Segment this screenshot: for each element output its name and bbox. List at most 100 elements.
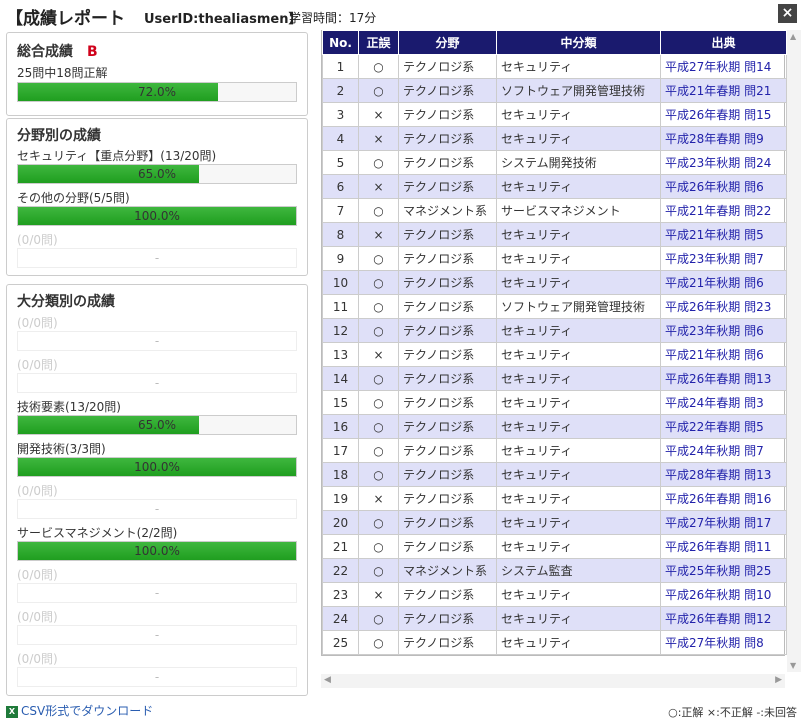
row-no: 25: [322, 630, 359, 655]
table-header-row: No. 正誤 分野 中分類 出典: [322, 30, 787, 55]
table-row: 25 ○ テクノロジ系 セキュリティ 平成27年秋期 問8: [322, 630, 787, 655]
field-bar-2-text: 100.0%: [134, 209, 180, 223]
row-field: テクノロジ系: [398, 270, 497, 295]
row-source[interactable]: 平成26年春期 問15: [660, 102, 787, 127]
row-field: テクノロジ系: [398, 486, 497, 511]
row-no: 2: [322, 78, 359, 103]
row-subcategory: セキュリティ: [496, 102, 661, 127]
row-source[interactable]: 平成24年秋期 問7: [660, 438, 787, 463]
row-result: ○: [358, 78, 399, 103]
row-subcategory: セキュリティ: [496, 582, 661, 607]
row-source[interactable]: 平成21年秋期 問6: [660, 342, 787, 367]
field-bar-3: -: [17, 248, 297, 268]
row-no: 14: [322, 366, 359, 391]
row-subcategory: ソフトウェア開発管理技術: [496, 294, 661, 319]
row-source[interactable]: 平成26年秋期 問23: [660, 294, 787, 319]
row-source[interactable]: 平成27年秋期 問14: [660, 54, 787, 79]
row-no: 19: [322, 486, 359, 511]
row-subcategory: セキュリティ: [496, 318, 661, 343]
row-source[interactable]: 平成26年春期 問11: [660, 534, 787, 559]
row-no: 12: [322, 318, 359, 343]
row-source[interactable]: 平成26年秋期 問10: [660, 582, 787, 607]
scroll-right-icon[interactable]: ▶: [775, 675, 782, 685]
row-source[interactable]: 平成26年春期 問16: [660, 486, 787, 511]
row-field: テクノロジ系: [398, 582, 497, 607]
row-field: テクノロジ系: [398, 510, 497, 535]
category-label-6: サービスマネジメント(2/2問): [17, 526, 178, 540]
close-button[interactable]: ×: [778, 4, 797, 23]
scroll-up-icon[interactable]: ▲: [790, 32, 796, 41]
row-no: 24: [322, 606, 359, 631]
vertical-scrollbar[interactable]: ▲ ▼: [787, 30, 801, 672]
row-result: ○: [358, 366, 399, 391]
row-source[interactable]: 平成26年春期 問12: [660, 606, 787, 631]
row-source[interactable]: 平成27年秋期 問17: [660, 510, 787, 535]
row-field: テクノロジ系: [398, 390, 497, 415]
table-row: 11 ○ テクノロジ系 ソフトウェア開発管理技術 平成26年秋期 問23: [322, 294, 787, 319]
scroll-down-icon[interactable]: ▼: [790, 661, 796, 670]
table-row: 14 ○ テクノロジ系 セキュリティ 平成26年春期 問13: [322, 366, 787, 391]
row-field: テクノロジ系: [398, 630, 497, 655]
field-panel: 分野別の成績 セキュリティ【重点分野】(13/20問) 65.0% その他の分野…: [6, 118, 308, 276]
row-no: 10: [322, 270, 359, 295]
table-row: 6 × テクノロジ系 セキュリティ 平成26年秋期 問6: [322, 174, 787, 199]
row-no: 22: [322, 558, 359, 583]
row-source[interactable]: 平成23年秋期 問24: [660, 150, 787, 175]
row-source[interactable]: 平成27年秋期 問8: [660, 630, 787, 655]
csv-download-link[interactable]: X CSV形式でダウンロード: [6, 702, 153, 719]
row-result: ×: [358, 174, 399, 199]
scroll-left-icon[interactable]: ◀: [324, 675, 331, 685]
overall-title-text: 総合成績: [17, 44, 73, 60]
row-field: テクノロジ系: [398, 342, 497, 367]
row-source[interactable]: 平成24年春期 問3: [660, 390, 787, 415]
row-source[interactable]: 平成28年春期 問9: [660, 126, 787, 151]
overall-summary: 25問中18問正解: [17, 66, 108, 80]
table-row: 18 ○ テクノロジ系 セキュリティ 平成28年春期 問13: [322, 462, 787, 487]
field-bar-2: 100.0%: [17, 206, 297, 226]
field-label-3: (0/0問): [17, 233, 58, 247]
row-no: 7: [322, 198, 359, 223]
row-source[interactable]: 平成21年春期 問21: [660, 78, 787, 103]
row-source[interactable]: 平成23年秋期 問6: [660, 318, 787, 343]
row-no: 16: [322, 414, 359, 439]
row-subcategory: セキュリティ: [496, 438, 661, 463]
row-source[interactable]: 平成28年春期 問13: [660, 462, 787, 487]
field-title: 分野別の成績: [17, 128, 101, 144]
category-bar-8: -: [17, 625, 297, 645]
category-bar-2: -: [17, 373, 297, 393]
row-field: テクノロジ系: [398, 126, 497, 151]
row-source[interactable]: 平成26年春期 問13: [660, 366, 787, 391]
field-bar-1-text: 65.0%: [137, 167, 177, 181]
row-subcategory: システム監査: [496, 558, 661, 583]
row-result: ○: [358, 390, 399, 415]
row-result: ×: [358, 486, 399, 511]
results-table-container: No. 正誤 分野 中分類 出典 1 ○ テクノロジ系 セキュリティ 平成27年秋期 問…: [321, 30, 787, 656]
row-source[interactable]: 平成25年秋期 問25: [660, 558, 787, 583]
row-result: ×: [358, 582, 399, 607]
field-label-1: セキュリティ【重点分野】(13/20問): [17, 149, 217, 163]
row-subcategory: セキュリティ: [496, 222, 661, 247]
table-row: 9 ○ テクノロジ系 セキュリティ 平成23年秋期 問7: [322, 246, 787, 271]
study-time: 学習時間：17分: [289, 11, 377, 25]
horizontal-scrollbar[interactable]: ◀ ▶: [321, 674, 785, 688]
category-label-9: (0/0問): [17, 652, 58, 666]
row-source[interactable]: 平成21年春期 問22: [660, 198, 787, 223]
row-no: 23: [322, 582, 359, 607]
row-source[interactable]: 平成21年秋期 問6: [660, 270, 787, 295]
table-row: 4 × テクノロジ系 セキュリティ 平成28年春期 問9: [322, 126, 787, 151]
row-source[interactable]: 平成22年春期 問5: [660, 414, 787, 439]
table-row: 20 ○ テクノロジ系 セキュリティ 平成27年秋期 問17: [322, 510, 787, 535]
row-field: テクノロジ系: [398, 78, 497, 103]
header-field: 分野: [398, 30, 497, 55]
category-bar-1-text: -: [154, 334, 160, 348]
row-subcategory: セキュリティ: [496, 414, 661, 439]
row-source[interactable]: 平成21年秋期 問5: [660, 222, 787, 247]
row-source[interactable]: 平成26年秋期 問6: [660, 174, 787, 199]
table-row: 7 ○ マネジメント系 サービスマネジメント 平成21年春期 問22: [322, 198, 787, 223]
table-row: 12 ○ テクノロジ系 セキュリティ 平成23年秋期 問6: [322, 318, 787, 343]
row-field: テクノロジ系: [398, 54, 497, 79]
category-bar-1: -: [17, 331, 297, 351]
row-source[interactable]: 平成23年秋期 問7: [660, 246, 787, 271]
category-title: 大分類別の成績: [17, 294, 115, 310]
row-result: ○: [358, 294, 399, 319]
